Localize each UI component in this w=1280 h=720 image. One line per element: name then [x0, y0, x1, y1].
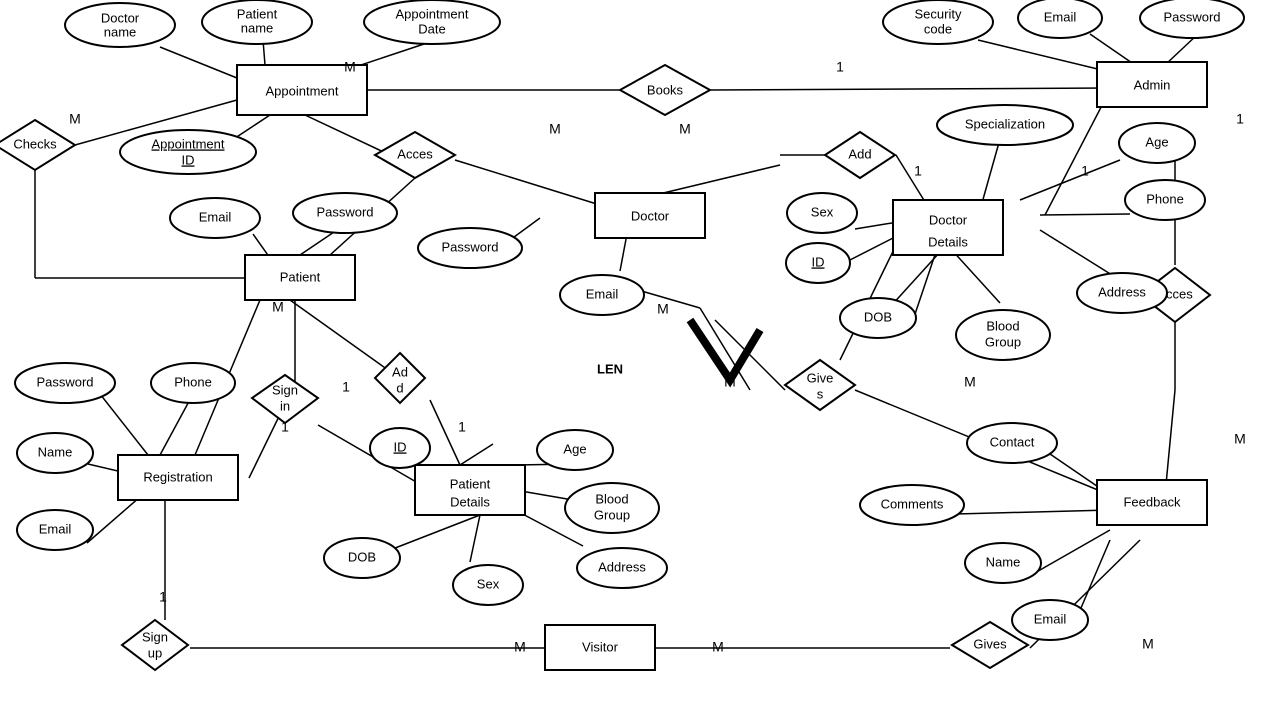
appointment-date-label2: Date: [418, 21, 445, 36]
email-patient-label: Email: [199, 209, 232, 224]
blood-group-doctor-label2: Group: [985, 334, 1021, 349]
gives1-label2: s: [817, 386, 824, 401]
patient-details-label2: Details: [450, 494, 490, 509]
email-doctor-label: Email: [586, 286, 619, 301]
signup-label2: up: [148, 645, 162, 660]
patient-label: Patient: [280, 269, 321, 284]
acces1-label: Acces: [397, 146, 433, 161]
add1-label: Add: [848, 146, 871, 161]
email-admin-label: Email: [1044, 9, 1077, 24]
appointment-id-label1: Appointment: [152, 136, 225, 151]
patient-name-label1: Patient: [237, 6, 278, 21]
er-diagram: Appointment Patient Doctor Doctor Detail…: [0, 0, 1280, 720]
contact-feedback-label: Contact: [990, 434, 1035, 449]
gives1-label1: Give: [807, 370, 834, 385]
email-feedback-label: Email: [1034, 611, 1067, 626]
mult-1g: 1: [458, 419, 466, 435]
admin-label: Admin: [1134, 77, 1171, 92]
registration-label: Registration: [143, 469, 212, 484]
doctor-label: Doctor: [631, 208, 670, 223]
security-code-label2: code: [924, 21, 952, 36]
age-doctor-label: Age: [1145, 134, 1168, 149]
comments-feedback-label: Comments: [881, 496, 944, 511]
mult-m1: M: [69, 111, 81, 127]
appointment-date-label1: Appointment: [396, 6, 469, 21]
phone-reg-label: Phone: [174, 374, 212, 389]
add2-label1: Ad: [392, 364, 408, 379]
mult-m4: M: [679, 121, 691, 137]
signin-label1: Sign: [272, 382, 298, 397]
mult-m9: M: [1234, 431, 1246, 447]
mult-1c: 1: [1081, 163, 1089, 179]
mult-m6: M: [657, 301, 669, 317]
mult-m3: M: [549, 121, 561, 137]
doctor-details-label1: Doctor: [929, 212, 968, 227]
mult-m5: M: [272, 299, 284, 315]
password-reg-label: Password: [36, 374, 93, 389]
checks-label: Checks: [13, 136, 57, 151]
mult-1b: 1: [914, 163, 922, 179]
mult-m2: M: [344, 59, 356, 75]
blood-group-doctor-label1: Blood: [986, 318, 1019, 333]
dob-doctor-label: DOB: [864, 309, 892, 324]
name-feedback-label: Name: [986, 554, 1021, 569]
signup-label1: Sign: [142, 629, 168, 644]
id-doctor-label: ID: [812, 254, 825, 269]
blood-group-patient-label1: Blood: [595, 491, 628, 506]
mult-1d: 1: [1236, 111, 1244, 127]
age-patient-label: Age: [563, 441, 586, 456]
mult-m11: M: [712, 639, 724, 655]
specialization-label: Specialization: [965, 116, 1045, 131]
address-patient-label: Address: [598, 559, 646, 574]
visitor-label: Visitor: [582, 639, 619, 654]
doctor-details-label2: Details: [928, 234, 968, 249]
mult-1h: 1: [159, 589, 167, 605]
doctor-name-label1: Doctor: [101, 10, 140, 25]
password-patient-label: Password: [316, 204, 373, 219]
name-reg-label: Name: [38, 444, 73, 459]
watermark-text: LEN: [597, 361, 623, 376]
mult-m12: M: [1142, 636, 1154, 652]
id-patient-label: ID: [394, 439, 407, 454]
books-label: Books: [647, 82, 684, 97]
dob-patient-label: DOB: [348, 549, 376, 564]
signin-label2: in: [280, 398, 290, 413]
email-reg-label: Email: [39, 521, 72, 536]
blood-group-patient-label2: Group: [594, 507, 630, 522]
mult-1e: 1: [342, 379, 350, 395]
appointment-label: Appointment: [266, 83, 339, 98]
appointment-id-label2: ID: [182, 152, 195, 167]
mult-m8: M: [964, 374, 976, 390]
doctor-name-label2: name: [104, 24, 137, 39]
patient-name-label2: name: [241, 20, 274, 35]
patient-details-label1: Patient: [450, 476, 491, 491]
password2-label: Password: [441, 239, 498, 254]
sex-patient-label: Sex: [477, 576, 500, 591]
add2-label2: d: [396, 380, 403, 395]
sex-doctor-label: Sex: [811, 204, 834, 219]
mult-1f: 1: [281, 419, 289, 435]
phone-doctor-label: Phone: [1146, 191, 1184, 206]
gives2-label: Gives: [973, 636, 1007, 651]
mult-m10: M: [514, 639, 526, 655]
password-admin-label: Password: [1163, 9, 1220, 24]
address-doctor-label: Address: [1098, 284, 1146, 299]
security-code-label1: Security: [915, 6, 962, 21]
mult-1a: 1: [836, 59, 844, 75]
feedback-label: Feedback: [1123, 494, 1181, 509]
